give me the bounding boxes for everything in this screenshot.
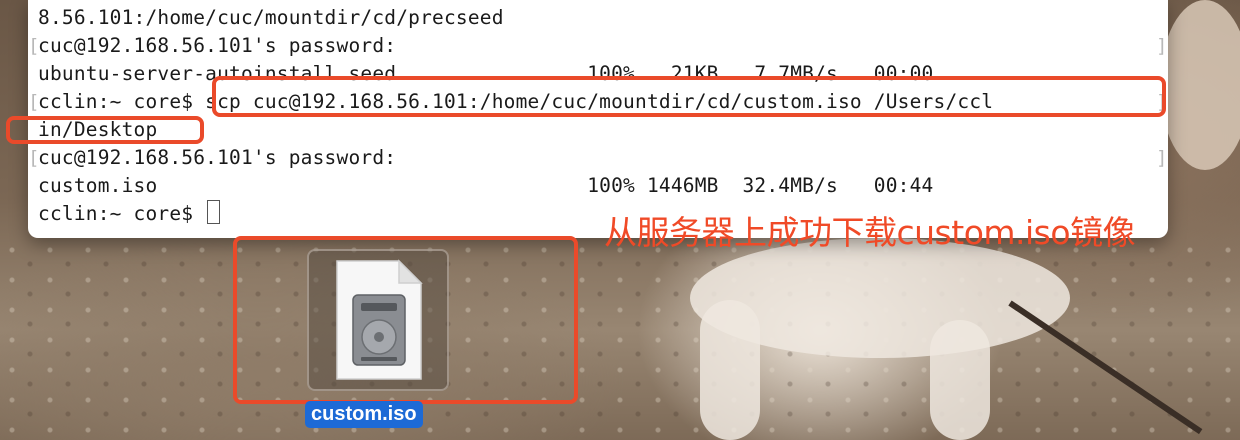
annotation-caption: 从服务器上成功下载custom.iso镜像 bbox=[604, 213, 1136, 252]
line-mark-left: [ bbox=[28, 147, 40, 169]
terminal-line: cuc@192.168.56.101's password: bbox=[38, 146, 397, 169]
wallpaper-dog-head bbox=[1160, 0, 1240, 170]
desktop-file-icon-tile[interactable] bbox=[307, 249, 449, 391]
line-mark-right: ] bbox=[1156, 147, 1168, 169]
wallpaper-dog-leg bbox=[700, 300, 760, 440]
highlight-desktop-path bbox=[6, 116, 204, 144]
terminal-line: custom.iso 100% 1446MB 32.4MB/s 00:44 bbox=[38, 174, 934, 197]
terminal-prompt-line[interactable]: cclin:~ core$ bbox=[38, 200, 221, 228]
terminal-line: cuc@192.168.56.101's password: bbox=[38, 34, 397, 57]
terminal-line: 8.56.101:/home/cuc/mountdir/cd/precseed bbox=[38, 6, 504, 29]
wallpaper-dog-leg bbox=[930, 320, 990, 440]
desktop-file-label[interactable]: custom.iso bbox=[305, 401, 423, 428]
highlight-scp-command bbox=[212, 76, 1166, 117]
line-mark-left: [ bbox=[28, 35, 40, 57]
line-mark-left: [ bbox=[28, 91, 40, 113]
terminal-prompt: cclin:~ core$ bbox=[38, 202, 206, 225]
line-mark-right: ] bbox=[1156, 35, 1168, 57]
disk-image-icon bbox=[336, 259, 423, 380]
wallpaper-gravel bbox=[0, 240, 1240, 440]
terminal-cursor bbox=[207, 200, 221, 224]
